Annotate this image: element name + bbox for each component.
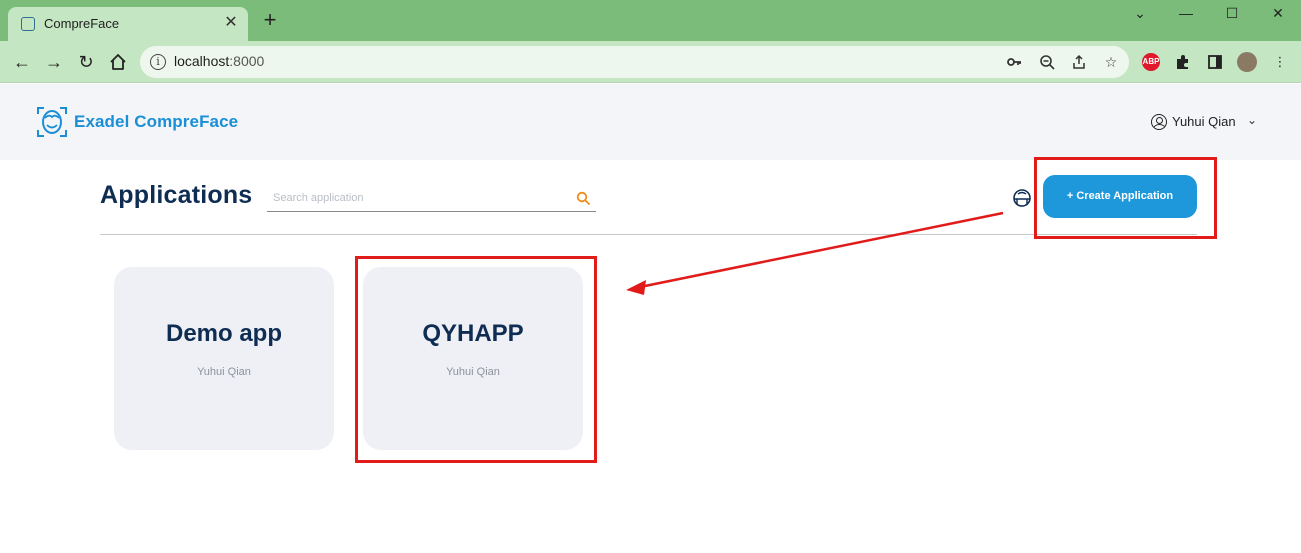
extensions-puzzle-icon[interactable] [1172, 51, 1194, 73]
adblock-plus-icon[interactable]: ABP [1142, 53, 1160, 71]
browser-menu-kebab-icon[interactable]: ⋮ [1269, 51, 1291, 73]
site-info-icon[interactable]: i [150, 54, 166, 70]
share-icon[interactable] [1069, 52, 1089, 72]
annotation-highlight-box [1034, 157, 1217, 239]
password-key-icon[interactable] [1004, 52, 1024, 72]
search-field [267, 184, 596, 212]
compreface-favicon-icon [21, 17, 35, 31]
browser-toolbar: ← → ↻ i localhost:8000 ☆ ABP ⋮ [0, 41, 1301, 83]
tab-close-icon[interactable]: ✕ [220, 12, 242, 34]
application-name: Demo app [165, 320, 282, 347]
search-input[interactable] [273, 188, 563, 208]
app-logo-text[interactable]: Exadel CompreFace [74, 112, 238, 132]
help-lifebuoy-icon[interactable] [1011, 187, 1033, 209]
side-panel-icon[interactable] [1204, 51, 1226, 73]
page-title: Applications [100, 181, 253, 209]
zoom-icon[interactable] [1037, 52, 1057, 72]
profile-avatar-icon[interactable] [1237, 52, 1257, 72]
reload-icon[interactable]: ↻ [73, 49, 99, 75]
forward-arrow-icon[interactable]: → [41, 49, 67, 75]
browser-tabstrip: CompreFace ✕ + ⌄ — ☐ ✕ [0, 0, 1301, 41]
annotation-highlight-box [355, 256, 597, 463]
account-circle-icon [1151, 114, 1167, 130]
chevron-down-icon: ⌄ [1247, 113, 1258, 127]
home-icon[interactable] [105, 49, 131, 75]
app-header: Exadel CompreFace Yuhui Qian ⌄ [0, 84, 1301, 160]
address-bar[interactable]: i localhost:8000 ☆ [140, 46, 1129, 78]
back-arrow-icon[interactable]: ← [9, 49, 35, 75]
window-maximize-button[interactable]: ☐ [1209, 0, 1255, 28]
address-url[interactable]: localhost:8000 [174, 53, 264, 69]
user-name: Yuhui Qian [1172, 114, 1236, 129]
tab-search-chevron-icon[interactable]: ⌄ [1117, 0, 1163, 28]
compreface-logo-icon [37, 107, 67, 137]
window-close-button[interactable]: ✕ [1255, 0, 1301, 28]
tab-title: CompreFace [44, 16, 120, 31]
application-owner: Yuhui Qian [197, 366, 251, 378]
bookmark-star-icon[interactable]: ☆ [1101, 52, 1121, 72]
browser-tab[interactable]: CompreFace ✕ [8, 7, 248, 41]
search-icon[interactable] [576, 191, 590, 205]
new-tab-button[interactable]: + [258, 9, 282, 33]
header-divider [100, 234, 1197, 235]
application-card[interactable]: Demo app Yuhui Qian [114, 267, 334, 450]
window-minimize-button[interactable]: — [1163, 0, 1209, 28]
